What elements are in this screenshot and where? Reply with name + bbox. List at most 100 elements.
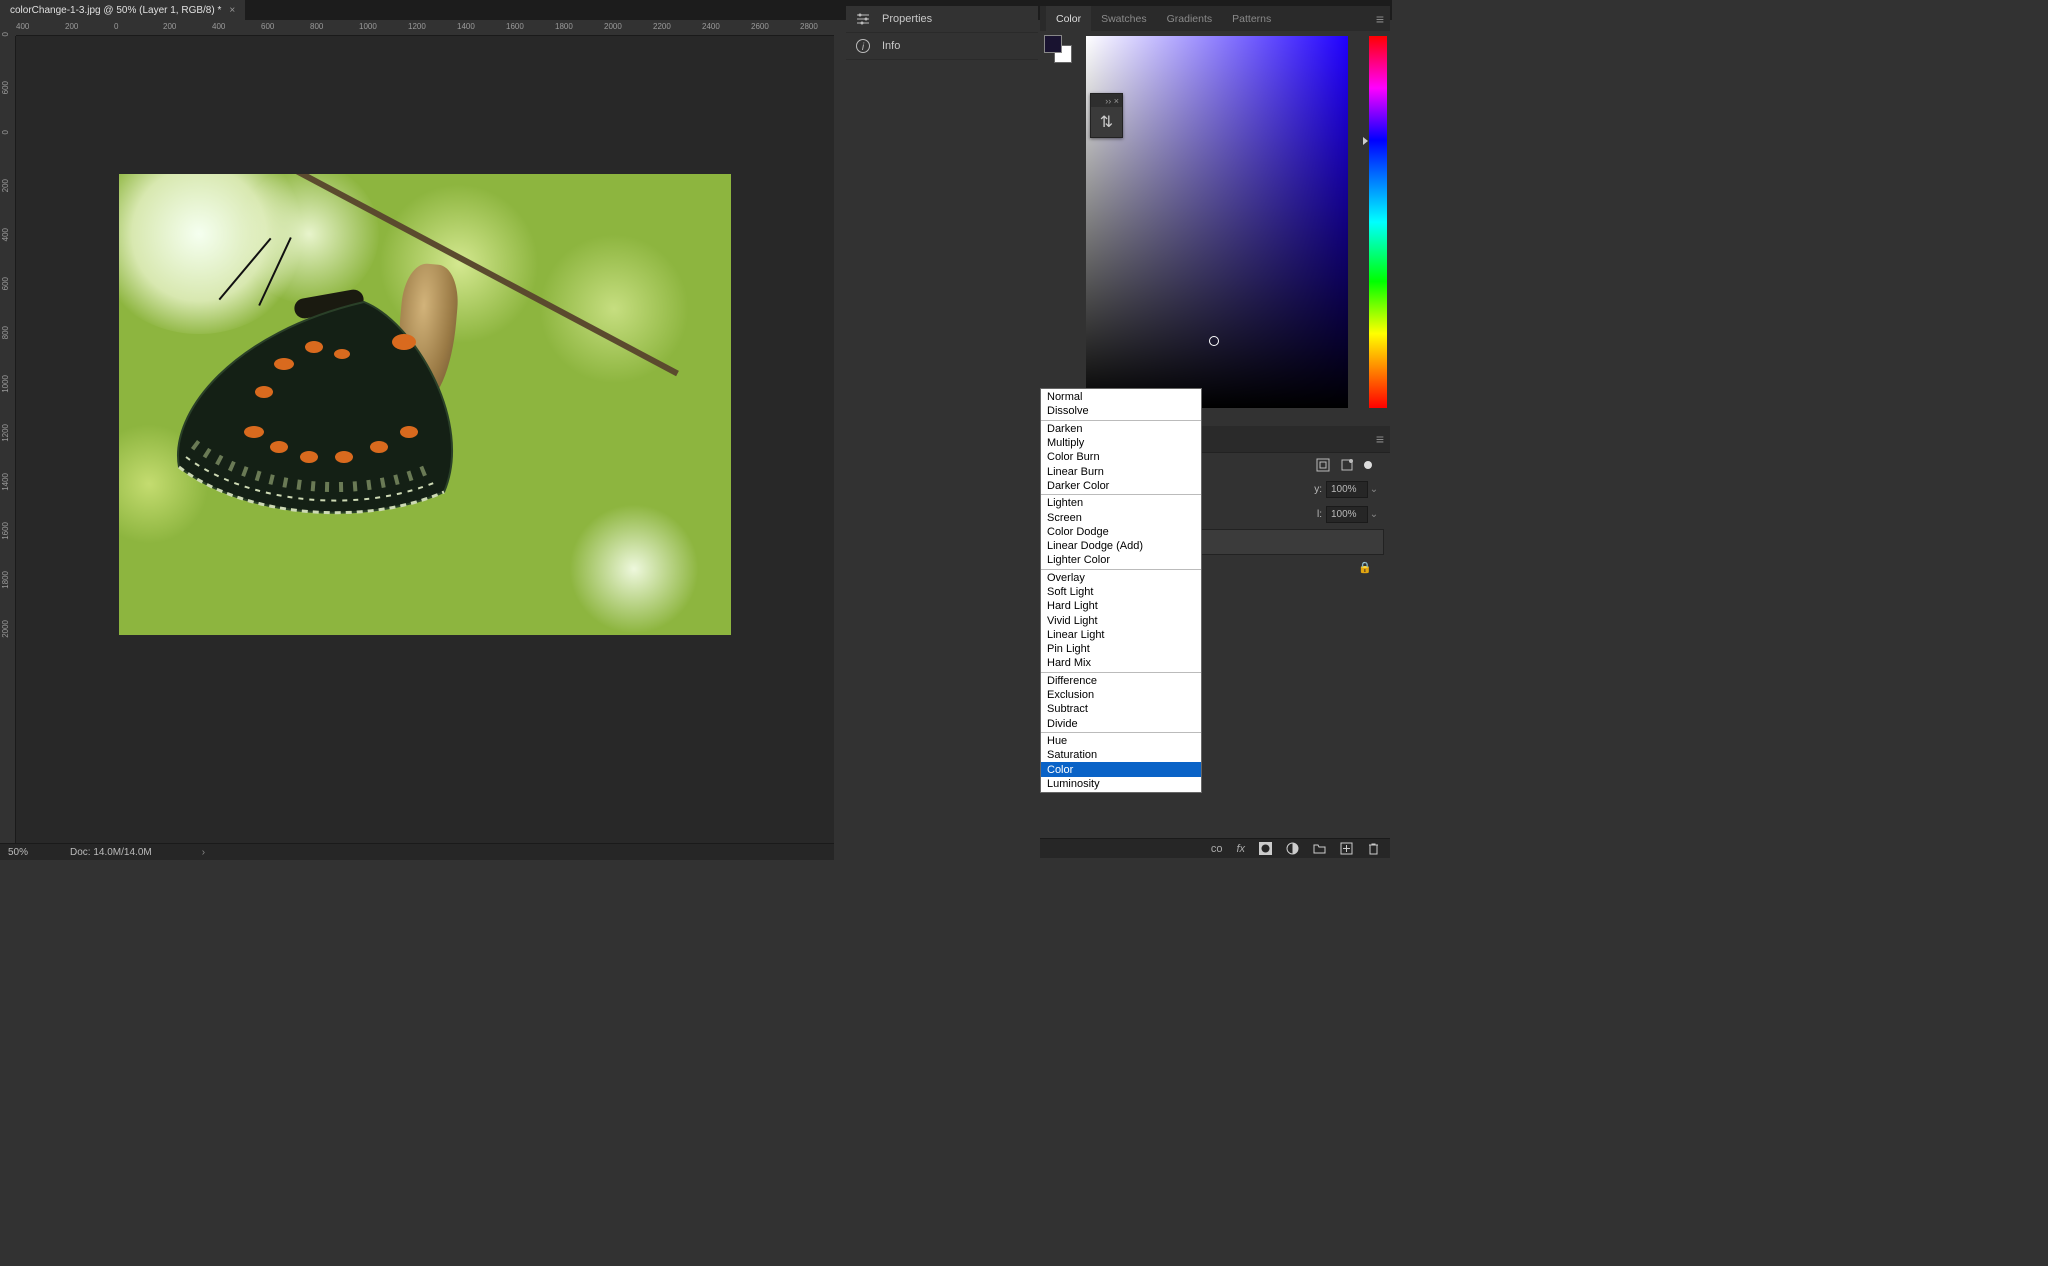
tab-color[interactable]: Color <box>1046 6 1091 31</box>
canvas-viewport[interactable] <box>16 36 834 843</box>
ruler-vertical[interactable]: 0600020040060080010001200140016001800200… <box>0 36 16 843</box>
ruler-tick: 1800 <box>555 22 573 31</box>
layers-menu-icon[interactable]: ≡ <box>1376 431 1384 447</box>
mini-palette-collapse-icon[interactable]: ›› <box>1105 96 1111 106</box>
hue-slider-marker[interactable] <box>1363 137 1368 145</box>
blend-mode-normal[interactable]: Normal <box>1041 390 1201 404</box>
tab-swatches[interactable]: Swatches <box>1091 6 1157 31</box>
color-field-cursor[interactable] <box>1209 336 1219 346</box>
zoom-level[interactable]: 50% <box>8 847 58 858</box>
blend-mode-hard-light[interactable]: Hard Light <box>1041 599 1201 613</box>
ruler-tick: 2000 <box>604 22 622 31</box>
fg-bg-swatches[interactable] <box>1044 35 1074 65</box>
collapsed-panel-properties[interactable]: Properties <box>846 6 1038 33</box>
blend-mode-saturation[interactable]: Saturation <box>1041 748 1201 762</box>
ruler-tick: 400 <box>1 228 10 241</box>
blend-mode-overlay[interactable]: Overlay <box>1041 571 1201 585</box>
trash-icon[interactable] <box>1367 842 1380 855</box>
tab-gradients[interactable]: Gradients <box>1157 6 1223 31</box>
right-panel-column: Color Swatches Gradients Patterns ≡ ›› ×… <box>1040 6 1390 419</box>
blend-mode-exclusion[interactable]: Exclusion <box>1041 688 1201 702</box>
ruler-tick: 1000 <box>359 22 377 31</box>
blend-mode-multiply[interactable]: Multiply <box>1041 436 1201 450</box>
opacity-value[interactable]: 100% <box>1326 481 1368 498</box>
ruler-tick: 1400 <box>1 473 10 491</box>
color-panel-tabs: Color Swatches Gradients Patterns ≡ <box>1040 6 1390 31</box>
frame-icon[interactable] <box>1340 458 1354 472</box>
ruler-tick: 200 <box>1 179 10 192</box>
ruler-tick: 2200 <box>653 22 671 31</box>
ruler-tick: 2600 <box>751 22 769 31</box>
ruler-tick: 400 <box>16 22 29 31</box>
hue-slider[interactable] <box>1369 36 1387 408</box>
blend-mode-linear-dodge-add-[interactable]: Linear Dodge (Add) <box>1041 539 1201 553</box>
fill-dropdown-icon[interactable]: ⌄ <box>1368 509 1380 520</box>
canvas-image <box>119 174 731 635</box>
blend-mode-lighten[interactable]: Lighten <box>1041 496 1201 510</box>
artboard-icon[interactable] <box>1316 458 1330 472</box>
color-picker-body: ›› × ⇅ <box>1040 31 1390 419</box>
close-tab-icon[interactable]: × <box>229 5 235 16</box>
ruler-tick: 1600 <box>506 22 524 31</box>
collapsed-panel-strip: PropertiesiInfo <box>846 6 1038 856</box>
ruler-tick: 0 <box>1 32 10 36</box>
ruler-tick: 0 <box>1 130 10 134</box>
blend-mode-dissolve[interactable]: Dissolve <box>1041 404 1201 418</box>
foreground-swatch[interactable] <box>1044 35 1062 53</box>
panel-menu-icon[interactable]: ≡ <box>1376 11 1384 27</box>
mini-palette-close-icon[interactable]: × <box>1114 96 1119 106</box>
ruler-tick: 1400 <box>457 22 475 31</box>
ruler-horizontal[interactable]: 4002000200400600800100012001400160018002… <box>16 20 834 36</box>
blend-mode-darken[interactable]: Darken <box>1041 422 1201 436</box>
blend-mode-menu[interactable]: NormalDissolveDarkenMultiplyColor BurnLi… <box>1040 388 1202 793</box>
document-area: 4002000200400600800100012001400160018002… <box>0 20 834 843</box>
ruler-tick: 200 <box>163 22 176 31</box>
ruler-tick: 200 <box>65 22 78 31</box>
blend-mode-subtract[interactable]: Subtract <box>1041 702 1201 716</box>
document-tab[interactable]: colorChange-1-3.jpg @ 50% (Layer 1, RGB/… <box>0 0 245 20</box>
ruler-tick: 400 <box>212 22 225 31</box>
fx-icon[interactable]: fx <box>1236 843 1245 855</box>
opacity-dropdown-icon[interactable]: ⌄ <box>1368 484 1380 495</box>
info-icon: i <box>854 37 872 55</box>
blend-mode-linear-burn[interactable]: Linear Burn <box>1041 464 1201 478</box>
collapsed-panel-info[interactable]: iInfo <box>846 33 1038 60</box>
blend-mode-lighter-color[interactable]: Lighter Color <box>1041 553 1201 567</box>
mask-icon[interactable] <box>1259 842 1272 855</box>
blend-mode-color-burn[interactable]: Color Burn <box>1041 450 1201 464</box>
fill-value[interactable]: 100% <box>1326 506 1368 523</box>
color-field[interactable] <box>1086 36 1348 408</box>
blend-mode-pin-light[interactable]: Pin Light <box>1041 642 1201 656</box>
blend-mode-luminosity[interactable]: Luminosity <box>1041 777 1201 791</box>
group-icon[interactable] <box>1313 842 1326 855</box>
ruler-tick: 0 <box>114 22 118 31</box>
adjustment-icon[interactable] <box>1286 842 1299 855</box>
blend-mode-difference[interactable]: Difference <box>1041 674 1201 688</box>
new-layer-icon[interactable] <box>1340 842 1353 855</box>
document-title: colorChange-1-3.jpg @ 50% (Layer 1, RGB/… <box>10 5 221 16</box>
doc-size-label: Doc: 14.0M/14.0M <box>70 847 152 858</box>
blend-mode-hue[interactable]: Hue <box>1041 734 1201 748</box>
dot-icon <box>1364 461 1372 469</box>
svg-text:i: i <box>862 42 865 53</box>
blend-mode-soft-light[interactable]: Soft Light <box>1041 585 1201 599</box>
mini-palette-glyph[interactable]: ⇅ <box>1091 107 1122 137</box>
link-layers-icon[interactable]: co <box>1211 843 1223 855</box>
lock-icon[interactable]: 🔒 <box>1358 561 1372 574</box>
floating-mini-palette[interactable]: ›› × ⇅ <box>1090 93 1123 138</box>
blend-mode-vivid-light[interactable]: Vivid Light <box>1041 613 1201 627</box>
status-arrow-icon[interactable]: › <box>202 847 205 858</box>
ruler-tick: 800 <box>1 326 10 339</box>
fill-label: l: <box>1317 509 1322 520</box>
blend-mode-hard-mix[interactable]: Hard Mix <box>1041 656 1201 670</box>
ruler-tick: 2400 <box>702 22 720 31</box>
blend-mode-darker-color[interactable]: Darker Color <box>1041 479 1201 493</box>
blend-mode-divide[interactable]: Divide <box>1041 717 1201 731</box>
blend-mode-color-dodge[interactable]: Color Dodge <box>1041 525 1201 539</box>
ruler-tick: 1200 <box>1 424 10 442</box>
ruler-tick: 600 <box>1 81 10 94</box>
blend-mode-linear-light[interactable]: Linear Light <box>1041 628 1201 642</box>
tab-patterns[interactable]: Patterns <box>1222 6 1281 31</box>
blend-mode-screen[interactable]: Screen <box>1041 510 1201 524</box>
blend-mode-color[interactable]: Color <box>1041 762 1201 776</box>
